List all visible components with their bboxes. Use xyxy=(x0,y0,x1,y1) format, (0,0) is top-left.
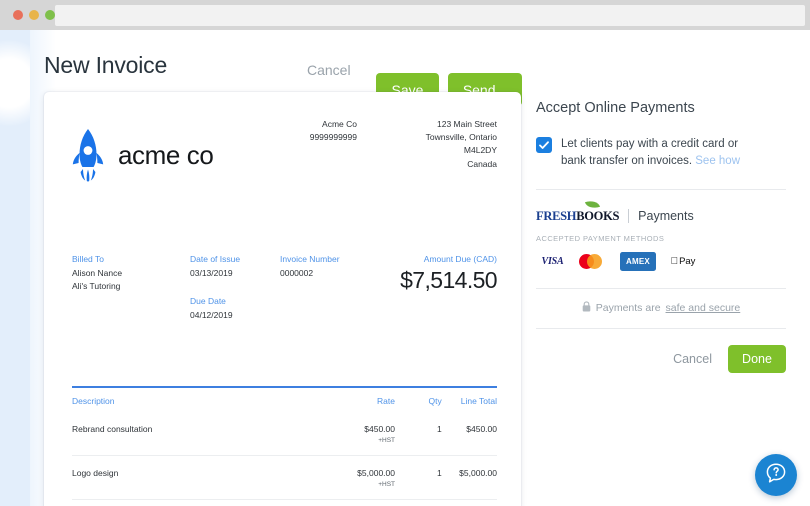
invoice-number-field[interactable]: Invoice Number 0000002 xyxy=(280,254,340,280)
invoice-preview-card: acme co Acme Co 9999999999 123 Main Stre… xyxy=(44,92,521,506)
address-bar[interactable] xyxy=(55,5,805,26)
cell-qty: 1 xyxy=(437,468,442,478)
table-row[interactable]: Branding Styleguide $1,200.00 +HST 1 $1,… xyxy=(72,500,497,506)
cell-rate-value: $5,000.00 xyxy=(357,468,395,478)
maximize-window-button[interactable] xyxy=(45,10,55,20)
line-items-table: Description Rate Qty Line Total Rebrand … xyxy=(72,386,497,506)
traffic-lights xyxy=(0,10,55,20)
cell-rate: $450.00 +HST xyxy=(302,424,395,444)
address-line-2: Townsville, Ontario xyxy=(425,132,497,143)
panel-actions: Cancel Done xyxy=(536,329,786,374)
table-row[interactable]: Rebrand consultation $450.00 +HST 1 $450… xyxy=(72,412,497,456)
invoice-logo[interactable]: acme co xyxy=(72,128,214,182)
company-phone: 9999999999 xyxy=(309,132,357,143)
app-root: New Invoice Cancel Save Send... acme co … xyxy=(0,0,810,506)
billed-to-label: Billed To xyxy=(72,254,104,264)
due-date-label: Due Date xyxy=(190,296,226,306)
cell-line-total: $5,000.00 xyxy=(459,468,497,478)
column-header-qty: Qty xyxy=(428,396,442,406)
panel-done-button[interactable]: Done xyxy=(728,345,786,374)
rocket-icon xyxy=(72,128,104,182)
panel-cancel-button[interactable]: Cancel xyxy=(673,352,712,366)
close-window-button[interactable] xyxy=(13,10,23,20)
cell-rate-value: $450.00 xyxy=(364,424,395,434)
visa-card-icon: VISA xyxy=(536,252,569,272)
cell-rate: $5,000.00 +HST xyxy=(302,468,395,488)
see-how-link[interactable]: See how xyxy=(695,155,740,167)
cell-line-total: $450.00 xyxy=(466,424,497,434)
company-contact-block: Acme Co 9999999999 xyxy=(310,118,357,144)
apple-logo-icon:  xyxy=(671,256,679,267)
address-line-1: 123 Main Street xyxy=(436,119,497,129)
date-of-issue-field[interactable]: Date of Issue 03/13/2019 xyxy=(190,254,240,280)
company-name: Acme Co xyxy=(322,119,357,129)
freshbooks-wordmark: FRESHBOOKS xyxy=(536,209,619,223)
freshbooks-word-second: BOOKS xyxy=(576,209,620,224)
lock-icon xyxy=(582,301,591,315)
address-line-3: M4L2DY xyxy=(463,145,497,156)
invoice-meta: Billed To Alison Nance Ali's Tutoring Da… xyxy=(72,254,498,334)
freshbooks-word-first: FRESH xyxy=(536,209,577,224)
mastercard-card-icon xyxy=(578,252,611,272)
cell-tax-note: +HST xyxy=(378,437,395,444)
page-title: New Invoice xyxy=(44,52,168,78)
column-header-description: Description xyxy=(72,396,115,406)
cell-description: Logo design xyxy=(72,468,119,478)
window-title-bar xyxy=(0,0,810,30)
date-of-issue-label: Date of Issue xyxy=(190,254,241,264)
address-line-4: Canada xyxy=(467,158,497,169)
help-button[interactable] xyxy=(755,454,797,496)
accept-payments-checkbox[interactable] xyxy=(536,137,552,153)
table-header-row: Description Rate Qty Line Total xyxy=(72,388,497,412)
amount-due-label: Amount Due (CAD) xyxy=(423,254,497,264)
billed-to-company: Ali's Tutoring xyxy=(72,280,121,291)
cell-description: Rebrand consultation xyxy=(72,424,153,434)
accepted-cards-row: VISA AMEX  Pay xyxy=(536,252,786,272)
page-body: New Invoice Cancel Save Send... acme co … xyxy=(0,30,810,506)
amount-due-value: $7,514.50 xyxy=(400,267,498,293)
cancel-button[interactable]: Cancel xyxy=(307,62,351,78)
amount-due-block: Amount Due (CAD) $7,514.50 xyxy=(400,254,498,294)
apple-pay-icon:  Pay xyxy=(665,252,701,272)
help-chat-icon xyxy=(765,462,787,489)
freshbooks-logo: FRESHBOOKS xyxy=(536,198,619,225)
secure-notice: Payments are safe and secure xyxy=(536,289,786,328)
billed-to-name: Alison Nance xyxy=(72,268,123,278)
consent-row: Let clients pay with a credit card or ba… xyxy=(536,136,786,169)
table-row[interactable]: Logo design $5,000.00 +HST 1 $5,000.00 xyxy=(72,456,497,500)
payments-product-label: Payments xyxy=(638,209,694,224)
due-date-field[interactable]: Due Date 04/12/2019 xyxy=(190,296,233,322)
billed-to-field[interactable]: Billed To Alison Nance Ali's Tutoring xyxy=(72,254,122,293)
column-header-line-total: Line Total xyxy=(460,396,497,406)
minimize-window-button[interactable] xyxy=(29,10,39,20)
date-of-issue-value: 03/13/2019 xyxy=(190,268,233,278)
safe-and-secure-link[interactable]: safe and secure xyxy=(666,302,741,314)
logo-text: acme co xyxy=(118,139,214,170)
company-address-block: 123 Main Street Townsville, Ontario M4L2… xyxy=(426,118,497,171)
due-date-value: 04/12/2019 xyxy=(190,310,233,320)
left-rail xyxy=(0,30,52,506)
cell-qty: 1 xyxy=(437,424,442,434)
freshbooks-logo-row: FRESHBOOKS Payments xyxy=(536,198,786,225)
invoice-number-value: 0000002 xyxy=(280,268,314,278)
invoice-number-label: Invoice Number xyxy=(280,254,340,264)
logo-separator xyxy=(628,209,630,224)
accept-online-payments-panel: Accept Online Payments Let clients pay w… xyxy=(536,100,786,374)
apple-pay-label: Pay xyxy=(675,256,695,268)
accepted-methods-label: ACCEPTED PAYMENT METHODS xyxy=(536,234,665,244)
mastercard-circle-orange xyxy=(587,254,602,270)
toolbar: New Invoice Cancel Save Send... xyxy=(44,46,784,106)
panel-title: Accept Online Payments xyxy=(536,100,695,116)
column-header-rate: Rate xyxy=(377,396,395,406)
consent-text: Let clients pay with a credit card or ba… xyxy=(561,136,745,169)
freshbooks-payments-block: FRESHBOOKS Payments ACCEPTED PAYMENT MET… xyxy=(536,190,786,272)
cell-tax-note: +HST xyxy=(378,481,395,488)
amex-card-icon: AMEX xyxy=(620,252,656,272)
secure-prefix: Payments are xyxy=(595,302,661,315)
